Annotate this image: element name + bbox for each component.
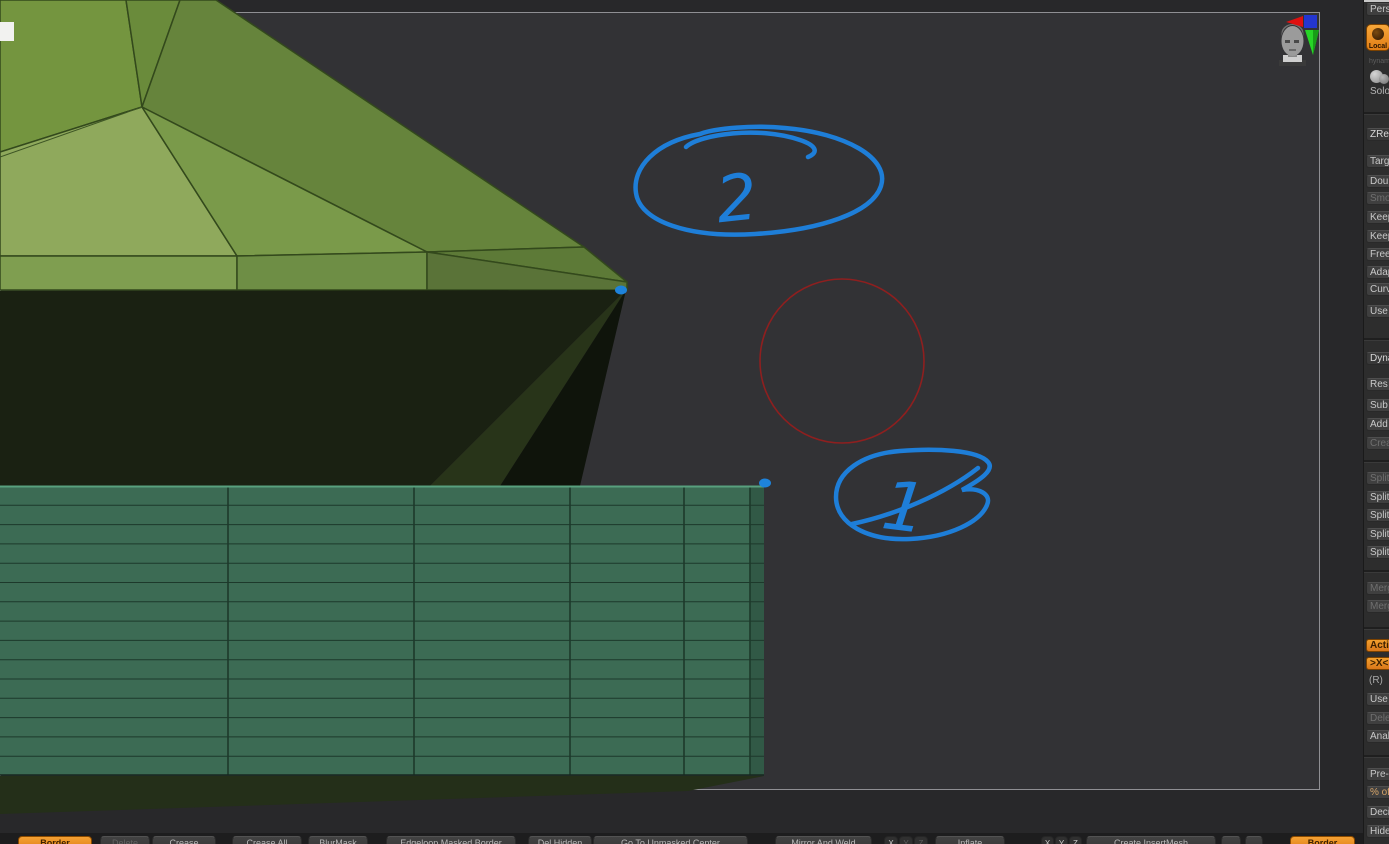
axis-z-square (1304, 15, 1317, 28)
sidebar-item-use-p-29[interactable]: Use P (1366, 693, 1389, 706)
sidebar-item-curve-12[interactable]: Curve (1366, 283, 1389, 296)
sidebar-item-sub-16[interactable]: Sub (1366, 399, 1389, 412)
sidebar-item-smoo-7[interactable]: Smoo (1366, 192, 1389, 205)
toolbar-button-go-to-unmasked-center[interactable]: Go To Unmasked Center (593, 836, 748, 844)
panel-divider (1364, 112, 1389, 115)
panel-divider (1364, 338, 1389, 341)
sidebar-item-res-15[interactable]: Res (1366, 378, 1389, 391)
sidebar-item-freez-10[interactable]: Freez (1366, 248, 1389, 261)
green-mesh-shadow-faces[interactable] (0, 290, 626, 486)
sidebar-item-adap-11[interactable]: Adap (1366, 266, 1389, 279)
panel-divider (1364, 570, 1389, 573)
toolbar-button-delete[interactable]: Delete (100, 836, 150, 844)
toolbar-button-y[interactable]: Y (899, 836, 913, 844)
sidebar-item-add-17[interactable]: Add (1366, 418, 1389, 431)
sidebar-item-local-1[interactable]: Local (1366, 24, 1389, 51)
note-box (0, 22, 14, 41)
stroke-point-dot-bottom[interactable] (759, 478, 771, 488)
panel-top-highlight (1364, 0, 1389, 2)
bottom-toolbar: Border Delete Crease Crease All BlurMask Edge… (0, 833, 1363, 844)
sidebar-item-use-p-13[interactable]: Use P (1366, 305, 1389, 318)
sidebar-item-decim-34[interactable]: Decim (1366, 806, 1389, 819)
toolbar-button-crease[interactable]: Crease (152, 836, 216, 844)
toolbar-button-z[interactable]: Z (914, 836, 928, 844)
toolbar-button-mirror-and-weld[interactable]: Mirror And Weld (775, 836, 872, 844)
annotation-number-2: 2 (713, 160, 761, 238)
sidebar-item--of-33[interactable]: % of (1366, 786, 1389, 799)
toolbar-button-x[interactable]: X (884, 836, 898, 844)
toolbar-button-blank-17[interactable] (1221, 836, 1241, 844)
sidebar-item-dele-30[interactable]: Dele (1366, 712, 1389, 725)
right-tool-panel: Persp Local hynam Solo ZRem Targe Doub Smoo Keep… (1363, 0, 1389, 844)
sidebar-item-merg-24[interactable]: Merg (1366, 582, 1389, 595)
toolbar-button-edgeloop-masked-border[interactable]: Edgeloop Masked Border (386, 836, 516, 844)
toolbar-button-del-hidden[interactable]: Del Hidden (528, 836, 592, 844)
sidebar-item-hynam-2: hynam (1369, 58, 1389, 65)
panel-divider (1364, 460, 1389, 463)
camera-head-icon[interactable] (1279, 24, 1306, 66)
sidebar-item-targe-5[interactable]: Targe (1366, 155, 1389, 168)
toolbar-button-crease-all[interactable]: Crease All (232, 836, 302, 844)
toolbar-button-blurmask[interactable]: BlurMask (308, 836, 368, 844)
sidebar-item-pre-p-32[interactable]: Pre-p (1366, 768, 1389, 781)
stroke-point-dot-top[interactable] (615, 285, 627, 295)
sidebar-item-solo-3[interactable]: Solo (1366, 68, 1389, 100)
teal-grid-plane[interactable] (0, 485, 764, 776)
sidebar-item--x--27[interactable]: >X< (1366, 657, 1389, 670)
local-symmetry-icon (1372, 28, 1384, 40)
sidebar-item-keep-9[interactable]: Keep (1366, 230, 1389, 243)
sidebar-item-activ-26[interactable]: Activ (1366, 639, 1389, 652)
toolbar-button-border[interactable]: Border (1290, 836, 1355, 844)
sidebar-item-keep-8[interactable]: Keep (1366, 211, 1389, 224)
toolbar-button-z[interactable]: Z (1069, 836, 1082, 844)
toolbar-button-y[interactable]: Y (1055, 836, 1068, 844)
sidebar-item-crea-18[interactable]: Crea (1366, 437, 1389, 450)
zbrush-window: 2 1 Border Delete Crease Crease All BlurMask… (0, 0, 1389, 844)
sidebar-item-zrem-4[interactable]: ZRem (1366, 128, 1389, 141)
sidebar-item--r--28[interactable]: (R) (1366, 675, 1389, 688)
sidebar-item-split-22[interactable]: Split (1366, 528, 1389, 541)
panel-divider (1364, 627, 1389, 630)
sidebar-item-persp-0[interactable]: Persp (1366, 3, 1389, 16)
toolbar-button-x[interactable]: X (1041, 836, 1054, 844)
toolbar-button-border[interactable]: Border (18, 836, 92, 844)
sidebar-item-doub-6[interactable]: Doub (1366, 175, 1389, 188)
solo-sphere-icon-small (1379, 74, 1389, 84)
sidebar-item-split-20[interactable]: Split (1366, 491, 1389, 504)
sidebar-item-merg-25[interactable]: Merg (1366, 600, 1389, 613)
panel-divider (1364, 755, 1389, 758)
toolbar-button-create-insertmesh[interactable]: Create InsertMesh (1086, 836, 1216, 844)
sidebar-item-split-21[interactable]: Split (1366, 509, 1389, 522)
sidebar-item-split-19[interactable]: Split (1366, 472, 1389, 485)
sidebar-item-analy-31[interactable]: Analy (1366, 730, 1389, 743)
viewport-canvas[interactable]: 2 1 (0, 0, 1389, 844)
sidebar-item-dyna-14[interactable]: Dyna (1366, 352, 1389, 365)
sidebar-item-hidep-35[interactable]: HideP (1366, 825, 1389, 838)
sidebar-item-split-23[interactable]: Split (1366, 546, 1389, 559)
toolbar-button-blank-18[interactable] (1245, 836, 1263, 844)
toolbar-button-inflate[interactable]: Inflate (935, 836, 1005, 844)
